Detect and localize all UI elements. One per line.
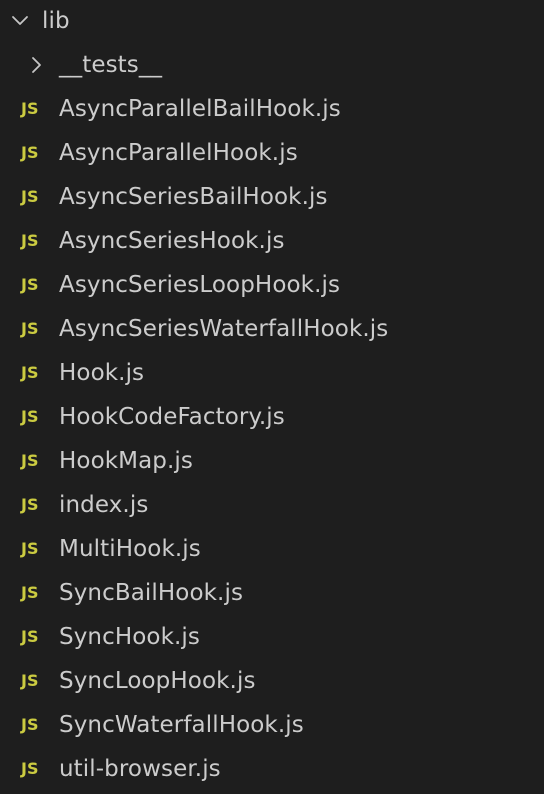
file-item[interactable]: JS SyncLoopHook.js [0,659,544,703]
file-explorer-tree: lib __tests__ JS AsyncParallelBailHook.js… [0,0,544,794]
file-item[interactable]: JS HookMap.js [0,439,544,483]
js-file-icon: JS [21,363,39,382]
file-item[interactable]: JS AsyncParallelHook.js [0,131,544,175]
file-item[interactable]: JS SyncBailHook.js [0,571,544,615]
js-file-icon: JS [21,451,39,470]
js-file-icon: JS [21,539,39,558]
file-item[interactable]: JS SyncHook.js [0,615,544,659]
file-item[interactable]: JS AsyncSeriesWaterfallHook.js [0,307,544,351]
file-label: Hook.js [59,360,145,386]
file-label: MultiHook.js [59,536,201,562]
file-label: SyncHook.js [59,624,200,650]
file-label: AsyncSeriesBailHook.js [59,184,328,210]
file-label: util-browser.js [59,756,221,782]
js-file-icon: JS [21,143,39,162]
folder-lib[interactable]: lib [0,0,544,42]
file-label: AsyncParallelHook.js [59,140,298,166]
file-item[interactable]: JS AsyncSeriesLoopHook.js [0,263,544,307]
file-label: SyncBailHook.js [59,580,244,606]
file-item[interactable]: JS AsyncParallelBailHook.js [0,87,544,131]
file-item[interactable]: JS Hook.js [0,351,544,395]
folder-label: __tests__ [59,52,163,78]
file-item[interactable]: JS AsyncSeriesHook.js [0,219,544,263]
file-label: AsyncSeriesHook.js [59,228,285,254]
file-label: HookMap.js [59,448,193,474]
js-file-icon: JS [21,583,39,602]
file-label: HookCodeFactory.js [59,404,285,430]
js-file-icon: JS [21,627,39,646]
js-file-icon: JS [21,407,39,426]
file-label: SyncWaterfallHook.js [59,712,304,738]
js-file-icon: JS [21,495,39,514]
file-label: AsyncParallelBailHook.js [59,96,341,122]
file-label: AsyncSeriesLoopHook.js [59,272,341,298]
file-label: index.js [59,492,149,518]
file-item[interactable]: JS util-browser.js [0,747,544,791]
js-file-icon: JS [21,275,39,294]
file-item[interactable]: JS HookCodeFactory.js [0,395,544,439]
file-item[interactable]: JS MultiHook.js [0,527,544,571]
js-file-icon: JS [21,715,39,734]
file-label: AsyncSeriesWaterfallHook.js [59,316,389,342]
file-label: SyncLoopHook.js [59,668,256,694]
file-item[interactable]: JS index.js [0,483,544,527]
file-item[interactable]: JS AsyncSeriesBailHook.js [0,175,544,219]
js-file-icon: JS [21,319,39,338]
folder-tests[interactable]: __tests__ [0,43,544,87]
chevron-right-icon[interactable] [27,55,47,75]
chevron-down-icon[interactable] [10,11,30,31]
js-file-icon: JS [21,99,39,118]
file-item[interactable]: JS SyncWaterfallHook.js [0,703,544,747]
js-file-icon: JS [21,187,39,206]
js-file-icon: JS [21,231,39,250]
folder-label: lib [42,8,70,34]
js-file-icon: JS [21,671,39,690]
js-file-icon: JS [21,759,39,778]
